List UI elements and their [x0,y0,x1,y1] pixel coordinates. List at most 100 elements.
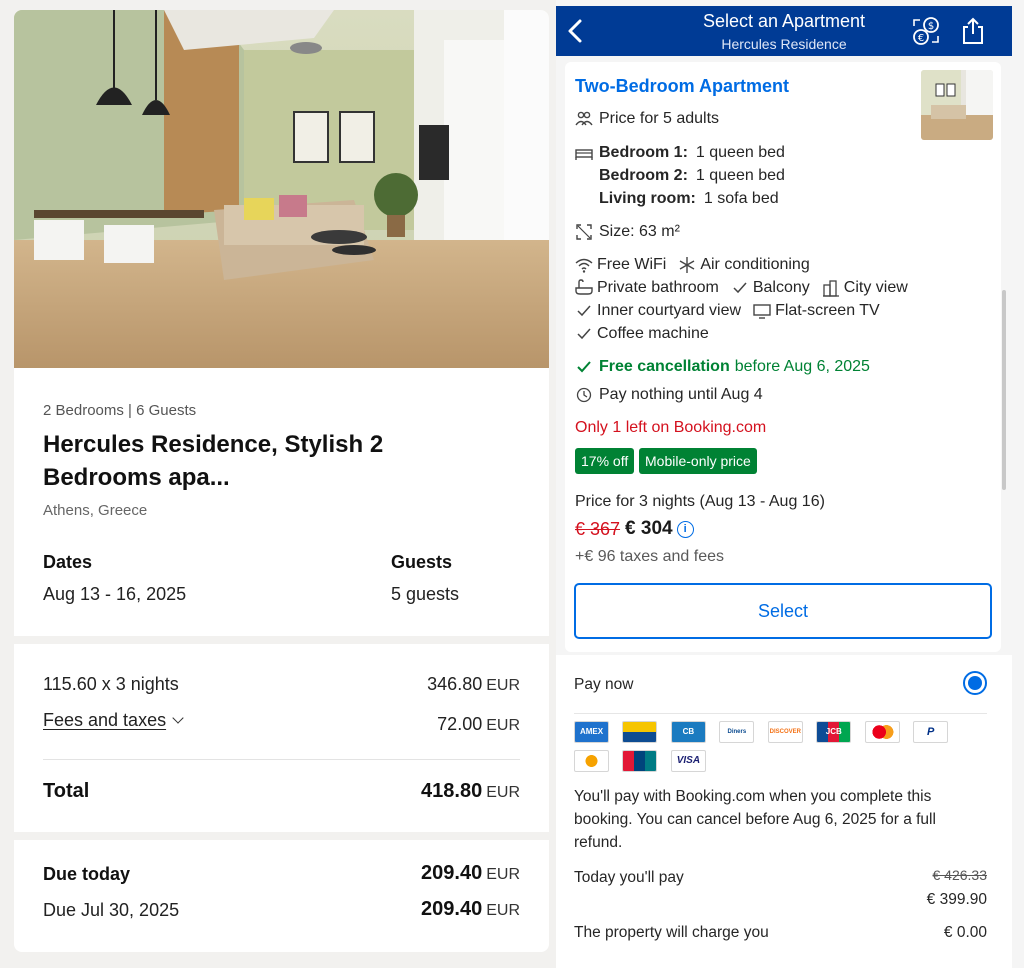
listing-photo [14,10,549,368]
info-icon[interactable]: i [676,520,694,538]
due-today-label: Due today [43,864,131,884]
amenity-balcony: Balcony [752,279,810,296]
total-label: Total [43,780,90,802]
bathtub-icon [575,279,593,297]
jcb-card-icon: JCB [816,721,852,743]
navbar-subtitle: Hercules Residence [721,36,847,52]
amenity-coffee-machine: Coffee machine [597,325,709,342]
price-nights-label: Price for 3 nights (Aug 13 - Aug 16) [575,493,825,510]
maestro-card-icon [574,750,609,772]
wifi-icon [575,256,593,274]
apartment-card: Two-Bedroom Apartment Price for 5 adults… [565,62,1001,652]
scrollbar[interactable] [1002,290,1006,490]
top-navbar: Select an Apartment Hercules Residence $… [556,6,1012,56]
nights-amount-value: 346.80 [427,674,483,694]
due-today-amount: 209.40 EUR [421,862,520,885]
dates-value: Aug 13 - 16, 2025 [43,584,187,604]
pay-now-radio[interactable] [963,671,987,695]
clock-icon [575,386,593,404]
bedroom-2-row: Bedroom 2: 1 queen bed [599,167,785,185]
living-room-row: Living room: 1 sofa bed [599,190,779,208]
checkmark-icon [731,279,749,297]
guests-value: 5 guests [391,584,460,604]
currency: EUR [486,866,520,883]
living-room-value: 1 sofa bed [703,190,779,207]
apartment-title[interactable]: Two-Bedroom Apartment [575,76,789,97]
amenities-row-1: Free WiFi Air conditioning [575,256,810,274]
navbar-title: Select an Apartment [702,11,866,31]
total-amount-value: 418.80 [421,780,483,802]
bedroom-1-row: Bedroom 1: 1 queen bed [575,144,785,162]
share-icon[interactable] [960,16,986,46]
bancontact-card-icon [622,721,658,743]
discounted-price: € 304 [625,518,673,539]
checkmark-icon [575,302,593,320]
today-pay-amount: € 399.90 [926,891,987,908]
listing-title[interactable]: Hercules Residence, Stylish 2 Bedrooms a… [43,428,463,494]
free-cancellation-date: before Aug 6, 2025 [734,358,870,375]
due-card: Due today 209.40 EUR Due Jul 30, 2025 209… [14,840,549,952]
unionpay-card-icon [622,750,658,772]
mastercard-icon [864,721,900,743]
people-icon [575,110,593,128]
guests-label: Guests [391,552,453,572]
city-icon [822,279,840,297]
currency: EUR [486,677,520,694]
svg-text:€: € [918,33,924,44]
amenity-city-view: City view [843,279,908,296]
currency-exchange-icon[interactable]: $ € [910,16,942,46]
taxes-fees: +€ 96 taxes and fees [575,548,724,565]
expand-icon [575,223,593,241]
fees-amount: 72.00 EUR [437,714,520,735]
amenity-flat-screen-tv: Flat-screen TV [775,302,880,319]
due-later-amount: 209.40 EUR [421,898,520,921]
size-row: Size: 63 m² [575,223,680,241]
original-price: € 367 [575,518,621,539]
payment-notice: You'll pay with Booking.com when you com… [574,788,936,851]
visa-card-icon: VISA [670,750,706,772]
apartment-thumbnail[interactable] [921,70,993,140]
price-row: € 367 € 304 i [575,518,694,540]
chevron-down-icon[interactable] [172,712,184,724]
nights-label: 115.60 x 3 nights [43,674,179,694]
free-cancellation-label: Free cancellation [599,358,730,375]
diners-club-icon: Diners Club [719,721,755,743]
fees-toggle[interactable]: Fees and taxes [43,710,184,731]
bedroom-1-value: 1 queen bed [695,144,785,161]
due-later-value: 209.40 [421,898,483,920]
price-breakdown-card: 115.60 x 3 nights 346.80 EUR Fees and tax… [14,644,549,832]
today-pay-old: € 426.33 [932,867,988,883]
listing-card: 2 Bedrooms | 6 Guests Hercules Residence… [14,10,549,636]
paypal-icon: P [913,721,949,743]
today-pay-label: Today you'll pay [574,869,684,886]
amenity-private-bathroom: Private bathroom [597,279,719,296]
bedroom-1-label: Bedroom 1: [599,144,688,161]
due-today-value: 209.40 [421,862,483,884]
snowflake-icon [678,256,696,274]
pay-nothing-row: Pay nothing until Aug 4 [575,386,763,404]
dates-label: Dates [43,552,93,572]
property-charge-label: The property will charge you [574,924,769,941]
checkmark-icon [575,325,593,343]
payment-section: Pay now AMEX CB Diners Club DISCOVER JCB… [556,655,1012,968]
divider [574,713,987,714]
checkmark-icon [575,358,593,376]
apartment-size: Size: 63 m² [599,223,680,240]
fees-label[interactable]: Fees and taxes [43,710,166,730]
fees-amount-value: 72.00 [437,714,483,734]
tv-icon [753,302,771,320]
pay-now-label: Pay now [574,676,634,693]
amenities-row-3: Inner courtyard view Flat-screen TV [575,302,880,320]
amenities-row-2: Private bathroom Balcony City view [575,279,908,297]
amenities-row-4: Coffee machine [575,325,709,343]
discover-card-icon: DISCOVER [767,721,803,743]
currency: EUR [486,717,520,734]
bedroom-2-label: Bedroom 2: [599,167,688,184]
select-button[interactable]: Select [574,583,992,639]
amenity-air-conditioning: Air conditioning [700,256,810,273]
amenity-wifi: Free WiFi [597,256,667,273]
divider [43,759,520,760]
amenity-courtyard-view: Inner courtyard view [597,302,742,319]
property-charge-amount: € 0.00 [943,924,987,941]
bedroom-2-value: 1 queen bed [695,167,785,184]
